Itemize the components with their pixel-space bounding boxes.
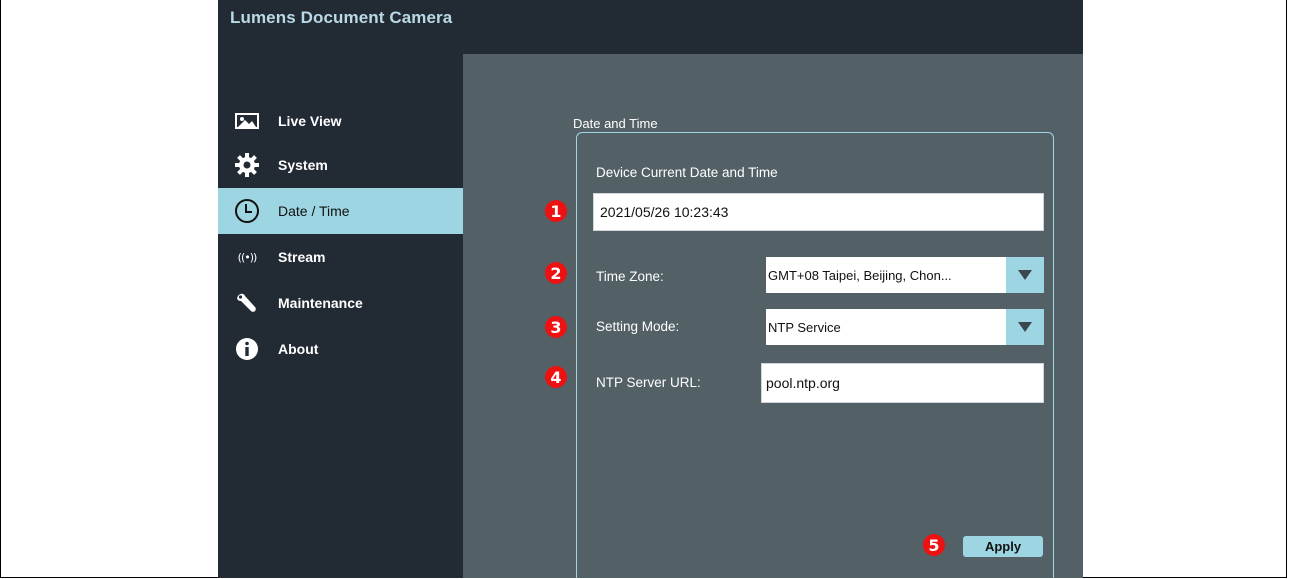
callout-badge-5: 5 bbox=[923, 534, 945, 556]
ntp-server-label: NTP Server URL: bbox=[596, 375, 701, 390]
wrench-icon bbox=[234, 290, 260, 316]
sidebar-item-date-time[interactable]: Date / Time bbox=[218, 188, 463, 234]
apply-button[interactable]: Apply bbox=[963, 536, 1043, 557]
broadcast-icon: ((•)) bbox=[237, 250, 258, 264]
sidebar-item-system[interactable]: System bbox=[218, 142, 463, 188]
setting-mode-label: Setting Mode: bbox=[596, 319, 680, 334]
app-window: Lumens Document Camera Live View System … bbox=[218, 0, 1083, 578]
sidebar-item-stream[interactable]: ((•)) Stream bbox=[218, 234, 463, 280]
current-date-field: 2021/05/26 10:23:43 bbox=[593, 193, 1044, 231]
image-icon bbox=[234, 108, 260, 134]
clock-icon bbox=[234, 198, 260, 224]
setting-mode-select[interactable]: NTP Service bbox=[766, 309, 1044, 345]
time-zone-label: Time Zone: bbox=[596, 269, 664, 284]
sidebar-item-label: Stream bbox=[278, 249, 326, 265]
time-zone-select[interactable]: GMT+08 Taipei, Beijing, Chon... bbox=[766, 257, 1044, 293]
sidebar-item-live-view[interactable]: Live View bbox=[218, 98, 463, 144]
setting-mode-value: NTP Service bbox=[768, 319, 841, 335]
sidebar-item-maintenance[interactable]: Maintenance bbox=[218, 280, 463, 326]
sidebar-item-label: Date / Time bbox=[278, 203, 350, 219]
time-zone-value: GMT+08 Taipei, Beijing, Chon... bbox=[768, 267, 952, 283]
callout-badge-4: 4 bbox=[545, 366, 567, 388]
app-title: Lumens Document Camera bbox=[230, 8, 453, 27]
sidebar-item-about[interactable]: About bbox=[218, 326, 463, 372]
info-icon bbox=[234, 336, 260, 362]
sidebar-item-label: About bbox=[278, 341, 319, 357]
gear-icon bbox=[234, 152, 260, 178]
callout-badge-3: 3 bbox=[545, 316, 567, 338]
section-title: Date and Time bbox=[573, 116, 658, 131]
current-date-label: Device Current Date and Time bbox=[596, 165, 778, 180]
callout-badge-1: 1 bbox=[545, 200, 567, 222]
sidebar-item-label: System bbox=[278, 157, 328, 173]
callout-badge-2: 2 bbox=[545, 262, 567, 284]
chevron-down-icon[interactable] bbox=[1006, 257, 1044, 293]
ntp-server-input[interactable]: pool.ntp.org bbox=[761, 363, 1044, 403]
sidebar-item-label: Live View bbox=[278, 113, 342, 129]
chevron-down-icon[interactable] bbox=[1006, 309, 1044, 345]
sidebar-item-label: Maintenance bbox=[278, 295, 363, 311]
